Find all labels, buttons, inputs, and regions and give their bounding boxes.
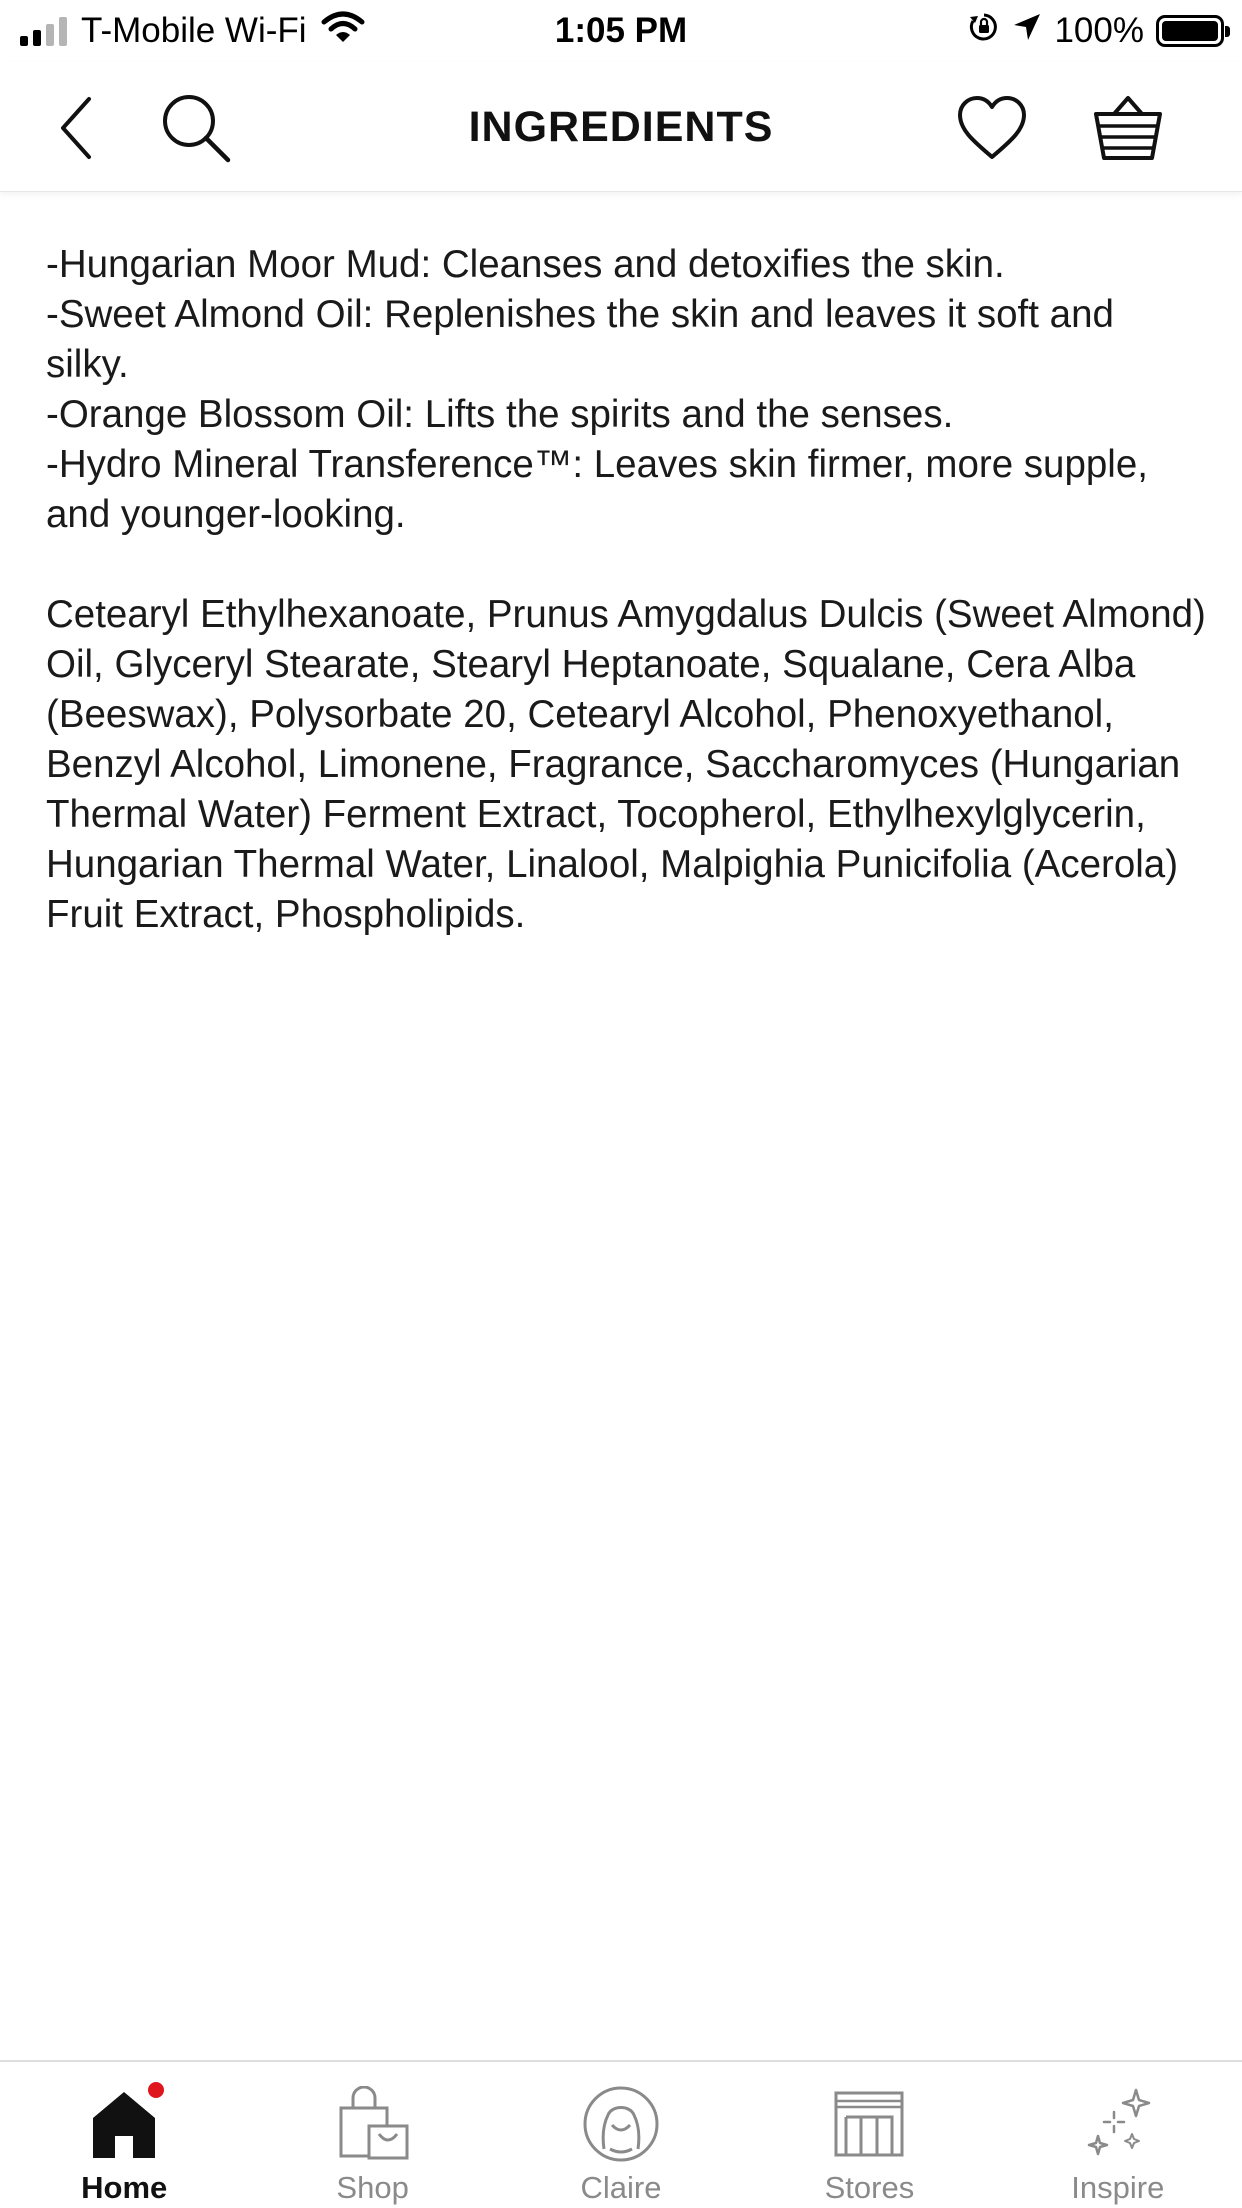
shopping-bag-icon	[333, 2084, 413, 2164]
tab-label: Inspire	[1071, 2170, 1165, 2205]
store-icon	[829, 2084, 909, 2164]
tab-home[interactable]: Home	[0, 2062, 248, 2208]
heart-icon	[958, 96, 1026, 159]
search-icon	[163, 95, 231, 163]
benefit-line: -Orange Blossom Oil: Lifts the spirits a…	[46, 393, 954, 436]
tab-shop[interactable]: Shop	[248, 2062, 496, 2208]
ingredients-screen: T-Mobile Wi-Fi 1:05 PM 100% INGREDIENTS …	[0, 0, 1242, 2208]
tab-claire[interactable]: Claire	[497, 2062, 745, 2208]
location-arrow-icon	[1012, 11, 1042, 51]
search-button[interactable]	[154, 86, 238, 170]
benefit-line: -Hungarian Moor Mud: Cleanses and detoxi…	[46, 243, 1005, 286]
orientation-lock-icon	[968, 11, 1000, 52]
app-header: INGREDIENTS	[0, 62, 1242, 192]
battery-icon	[1156, 15, 1230, 47]
back-button[interactable]	[36, 86, 120, 170]
notification-badge	[148, 2082, 165, 2098]
status-bar: T-Mobile Wi-Fi 1:05 PM 100%	[0, 0, 1242, 62]
tab-label: Stores	[824, 2170, 915, 2205]
benefit-line: -Hydro Mineral Transference™: Leaves ski…	[46, 443, 1148, 536]
battery-percent: 100%	[1054, 11, 1144, 50]
sparkle-icon	[1078, 2084, 1158, 2164]
ingredient-list: Cetearyl Ethylhexanoate, Prunus Amygdalu…	[46, 593, 1206, 936]
tab-inspire[interactable]: Inspire	[994, 2062, 1242, 2208]
basket-icon	[1094, 96, 1162, 160]
ingredients-content: -Hungarian Moor Mud: Cleanses and detoxi…	[46, 240, 1206, 940]
back-chevron-icon	[61, 97, 91, 159]
tab-bar: Home Shop Claire Stores Inspire	[0, 2060, 1242, 2208]
basket-button[interactable]	[1086, 86, 1170, 170]
tab-label: Home	[81, 2170, 168, 2205]
home-icon	[84, 2082, 165, 2164]
tab-stores[interactable]: Stores	[745, 2062, 993, 2208]
benefit-line: -Sweet Almond Oil: Replenishes the skin …	[46, 293, 1114, 386]
wishlist-button[interactable]	[950, 86, 1034, 170]
status-right: 100%	[968, 8, 1230, 54]
claire-icon	[581, 2084, 661, 2164]
tab-label: Shop	[336, 2170, 409, 2205]
tab-label: Claire	[580, 2170, 662, 2205]
